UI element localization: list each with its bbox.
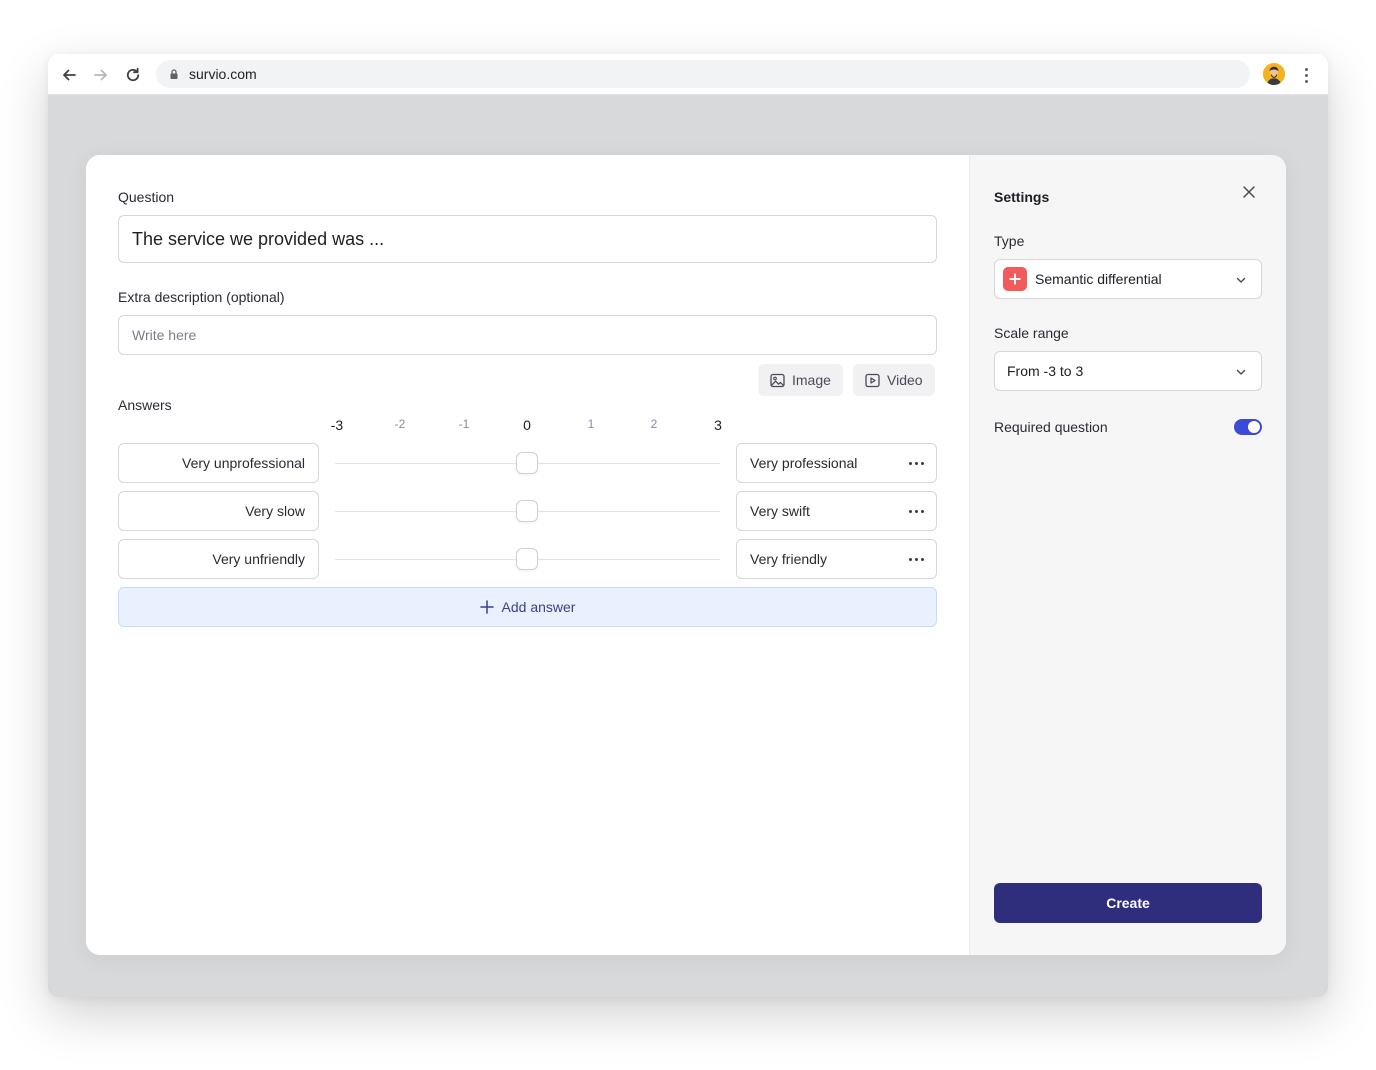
answer-left-label[interactable]: Very unprofessional [118, 443, 319, 483]
answer-left-label[interactable]: Very slow [118, 491, 319, 531]
answer-right-label[interactable]: Very professional [736, 443, 937, 483]
description-label: Extra description (optional) [118, 289, 285, 305]
settings-panel: Settings Type Semantic differential Scal… [969, 155, 1286, 955]
editor-panel: Question The service we provided was ...… [86, 155, 969, 955]
address-bar[interactable]: survio.com [156, 60, 1250, 88]
scale-range-value: From -3 to 3 [1007, 363, 1084, 379]
more-options-icon[interactable] [909, 510, 924, 513]
browser-menu-icon[interactable] [1298, 64, 1314, 86]
description-input[interactable]: Write here [118, 315, 937, 355]
scale-label: 0 [523, 417, 531, 433]
image-icon [770, 373, 785, 387]
add-image-button[interactable]: Image [758, 364, 843, 396]
toggle-knob [1248, 421, 1260, 433]
answer-left-label[interactable]: Very unfriendly [118, 539, 319, 579]
scale-label: 1 [587, 417, 595, 431]
video-button-label: Video [887, 372, 923, 388]
scale-label: -1 [458, 417, 470, 431]
slider-handle[interactable] [516, 500, 538, 522]
question-input[interactable]: The service we provided was ... [118, 215, 937, 263]
required-toggle[interactable] [1234, 419, 1262, 435]
lock-icon [168, 68, 180, 80]
image-button-label: Image [792, 372, 831, 388]
scale-label: -3 [330, 417, 344, 433]
profile-avatar[interactable] [1263, 63, 1285, 85]
browser-window: survio.com Question The service we provi… [48, 54, 1328, 997]
forward-icon[interactable] [90, 64, 112, 86]
answer-right-label[interactable]: Very swift [736, 491, 937, 531]
plus-icon [479, 600, 494, 614]
scale-range-select[interactable]: From -3 to 3 [994, 351, 1262, 391]
semantic-differential-icon [1003, 267, 1027, 291]
video-icon [865, 373, 880, 387]
scale-label: 3 [714, 417, 722, 433]
close-icon[interactable] [1240, 183, 1258, 201]
question-label: Question [118, 189, 175, 205]
slider-handle[interactable] [516, 548, 538, 570]
required-question-label: Required question [994, 419, 1108, 435]
add-answer-button[interactable]: Add answer [118, 587, 937, 627]
answer-right-text: Very swift [750, 503, 810, 519]
add-answer-label: Add answer [501, 599, 576, 615]
settings-title: Settings [994, 189, 1050, 205]
create-button[interactable]: Create [994, 883, 1262, 923]
chevron-down-icon [1236, 369, 1246, 375]
answer-right-text: Very friendly [750, 551, 828, 567]
browser-toolbar: survio.com [48, 54, 1328, 95]
scale-label: 2 [650, 417, 658, 431]
type-select-value: Semantic differential [1035, 271, 1162, 287]
scale-range-label: Scale range [994, 325, 1069, 341]
slider-handle[interactable] [516, 452, 538, 474]
chevron-down-icon [1236, 277, 1246, 283]
url-text: survio.com [189, 66, 257, 82]
type-label: Type [994, 233, 1025, 249]
answer-right-text: Very professional [750, 455, 858, 471]
more-options-icon[interactable] [909, 462, 924, 465]
question-editor-modal: Question The service we provided was ...… [86, 155, 1286, 955]
add-video-button[interactable]: Video [853, 364, 935, 396]
reload-icon[interactable] [122, 64, 144, 86]
more-options-icon[interactable] [909, 558, 924, 561]
scale-label: -2 [394, 417, 406, 431]
answer-right-label[interactable]: Very friendly [736, 539, 937, 579]
type-select[interactable]: Semantic differential [994, 259, 1262, 299]
answers-label: Answers [118, 397, 172, 413]
back-icon[interactable] [58, 64, 80, 86]
